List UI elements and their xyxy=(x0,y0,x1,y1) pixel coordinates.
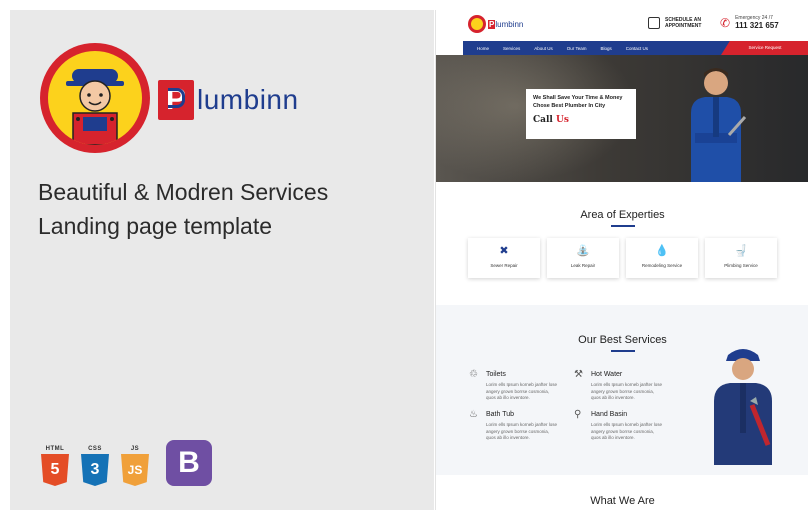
tech-badges: HTML 5 CSS 3 JS JS B xyxy=(40,440,212,486)
phone-icon: ✆ xyxy=(720,15,731,30)
plumber-with-wrench-photo xyxy=(714,349,772,465)
preview-frame: P lumbinn Beautiful & Modren Services La… xyxy=(0,0,811,511)
brand-name: lumbinn xyxy=(197,84,299,115)
headline-line-1: Beautiful & Modren Services xyxy=(38,179,329,205)
card-leak-repair[interactable]: ⛲ Leak Repair xyxy=(547,238,619,278)
nav-blogs[interactable]: Blogs xyxy=(600,46,611,51)
site-preview: Plumbinn SCHEDULE AN APPOINTMENT ✆ Emerg… xyxy=(435,10,808,510)
site-brand[interactable]: Plumbinn xyxy=(488,20,523,29)
html5-icon: HTML 5 xyxy=(40,446,70,486)
css3-icon: CSS 3 xyxy=(80,446,110,486)
toilet-icon: ♲ xyxy=(469,369,478,380)
drop-icon: 💧 xyxy=(655,245,669,257)
faucet-icon: ⛲ xyxy=(576,245,590,257)
service-bath-tub[interactable]: ♨ Bath Tub Lorim ells Ipsum korneb janfte… xyxy=(469,409,569,442)
nav-about-us[interactable]: About Us xyxy=(534,46,553,51)
mascot-icon xyxy=(48,51,142,145)
plumber-photo xyxy=(691,68,747,182)
nav-home[interactable]: Home xyxy=(477,46,489,51)
calendar-icon xyxy=(648,17,660,29)
schedule-appointment[interactable]: SCHEDULE AN APPOINTMENT xyxy=(648,17,701,29)
promo-headline: Beautiful & Modren Services Landing page… xyxy=(38,175,418,243)
emergency-contact[interactable]: ✆ Emergency 24 /7 111 321 657 xyxy=(720,15,779,30)
hero-banner: We Shall Save Your Time & Money Chose Be… xyxy=(436,55,808,182)
promo-panel: P lumbinn Beautiful & Modren Services La… xyxy=(10,10,434,510)
brand-wordmark: P lumbinn xyxy=(158,80,299,120)
faucet-icon: ⚒ xyxy=(574,369,583,380)
wrench-icon: ✖ xyxy=(499,245,509,257)
bootstrap-icon: B xyxy=(166,440,212,486)
emergency-number: 111 321 657 xyxy=(735,21,779,30)
service-request-button[interactable]: Service Request xyxy=(721,41,808,55)
nav-our-team[interactable]: Our Team xyxy=(567,46,587,51)
services-section: Our Best Services ♲ Toilets Lorim ells Ip… xyxy=(436,305,808,475)
call-us-link[interactable]: Call Us xyxy=(533,115,629,125)
card-remodeling-service[interactable]: 💧 Remodeling Service xyxy=(626,238,698,278)
nav-services[interactable]: Services xyxy=(503,46,520,51)
site-header: Plumbinn SCHEDULE AN APPOINTMENT ✆ Emerg… xyxy=(436,10,808,41)
service-hot-water[interactable]: ⚒ Hot Water Lorim ells Ipsum korneb janft… xyxy=(574,369,674,402)
what-we-are-title: What We Are xyxy=(590,495,655,507)
mascot-logo xyxy=(40,43,150,153)
service-toilets[interactable]: ♲ Toilets Lorim ells Ipsum korneb janfter… xyxy=(469,369,569,402)
card-plumbing-service[interactable]: 🚽 Plimbing Service xyxy=(705,238,777,278)
expertise-title: Area of Experties xyxy=(580,209,665,221)
expertise-cards: ✖ Sewer Repair ⛲ Leak Repair 💧 Remodelin… xyxy=(468,238,777,278)
bathtub-icon: ♨ xyxy=(469,409,478,420)
basin-icon: ⚲ xyxy=(574,409,582,420)
headline-line-2: Landing page template xyxy=(38,213,273,239)
main-nav: Home Services About Us Our Team Blogs Co… xyxy=(463,41,808,55)
card-sewer-repair[interactable]: ✖ Sewer Repair xyxy=(468,238,540,278)
javascript-icon: JS JS xyxy=(120,446,150,486)
hero-card: We Shall Save Your Time & Money Chose Be… xyxy=(526,89,636,139)
nav-contact-us[interactable]: Contact Us xyxy=(626,46,648,51)
service-hand-basin[interactable]: ⚲ Hand Basin Lorim ells Ipsum korneb janf… xyxy=(574,409,674,442)
brand-letter: P xyxy=(158,80,194,120)
toilet-icon: 🚽 xyxy=(734,245,748,257)
site-logo-icon[interactable] xyxy=(468,15,486,33)
